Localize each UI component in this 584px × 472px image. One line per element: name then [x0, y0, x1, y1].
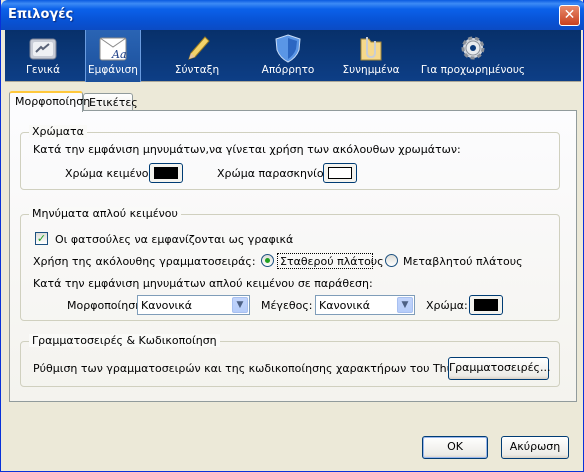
general-icon: [29, 38, 57, 60]
quoted-style-select[interactable]: Κανονικά ▼: [137, 295, 250, 315]
tab-formatting[interactable]: Μορφοποίηση: [9, 91, 90, 112]
fonts-button[interactable]: Γραμματοσειρές...: [448, 357, 550, 380]
shield-icon: [275, 34, 301, 63]
emoticons-label: Οι φατσούλες να εμφανίζονται ως γραφικά: [55, 233, 294, 246]
display-icon: Aa: [99, 37, 127, 61]
quoted-style-value: Κανονικά: [141, 299, 192, 312]
chevron-down-icon: ▼: [397, 297, 413, 313]
category-privacy[interactable]: Απόρρητο: [255, 30, 321, 82]
close-button[interactable]: ✕: [559, 5, 580, 26]
category-label: Εμφάνιση: [88, 64, 138, 76]
variable-width-radio[interactable]: [385, 254, 398, 267]
title-bar[interactable]: Επιλογές ✕: [1, 0, 584, 30]
fixed-width-label: Σταθερού πλάτους: [280, 255, 384, 268]
category-label: Γενικά: [25, 64, 61, 76]
category-general[interactable]: Γενικά: [13, 30, 73, 82]
quoted-size-select[interactable]: Κανονικά ▼: [315, 295, 415, 315]
radio-selected-dot: [265, 258, 270, 263]
quoted-color-label: Χρώμα:: [426, 299, 468, 312]
quoted-size-label: Μέγεθος:: [261, 299, 313, 312]
category-label: Συνημμένα: [342, 64, 400, 76]
colors-group: Χρώματα Κατά την εμφάνιση μηνυμάτων,να γ…: [20, 125, 560, 190]
category-display[interactable]: Aa Εμφάνιση: [85, 30, 141, 82]
paperclip-folder-icon: [360, 37, 382, 61]
quoted-color-picker[interactable]: [469, 295, 503, 315]
category-attachments[interactable]: Συνημμένα: [339, 30, 403, 82]
text-color-swatch: [154, 167, 178, 179]
category-toolbar: Γενικά Aa Εμφάνιση Σύνταξη Απόρρητο Συνη…: [5, 30, 581, 82]
ok-button[interactable]: OK: [422, 436, 488, 459]
window-title: Επιλογές: [8, 7, 74, 22]
category-label: Για προχωρημένους: [420, 64, 526, 76]
text-color-picker[interactable]: [149, 163, 183, 183]
options-dialog: Επιλογές ✕ Γενικά Aa Εμφάνιση Σύνταξη Απ…: [0, 0, 584, 472]
chevron-down-icon: ▼: [232, 297, 248, 313]
formatting-panel: Χρώματα Κατά την εμφάνιση μηνυμάτων,να γ…: [9, 110, 577, 402]
background-color-picker[interactable]: [323, 163, 357, 183]
fonts-description: Ρύθμιση των γραμματοσειρών και της κωδικ…: [33, 362, 501, 375]
plain-text-group-title: Μηνύματα απλού κειμένου: [29, 207, 181, 220]
cancel-button[interactable]: Ακύρωση: [501, 436, 569, 459]
svg-text:Aa: Aa: [111, 48, 127, 61]
category-label: Σύνταξη: [174, 64, 220, 76]
background-color-label: Χρώμα παρασκηνίου:: [217, 167, 334, 180]
font-usage-label: Χρήση της ακόλουθης γραμματοσειράς:: [33, 255, 256, 268]
quoted-size-value: Κανονικά: [319, 299, 370, 312]
emoticons-checkbox[interactable]: ✓: [35, 232, 48, 245]
fixed-width-radio[interactable]: [261, 254, 274, 267]
colors-description: Κατά την εμφάνιση μηνυμάτων,να γίνεται χ…: [33, 143, 461, 156]
colors-group-title: Χρώματα: [29, 125, 87, 138]
quoted-color-swatch: [474, 299, 498, 311]
pencil-icon: [188, 36, 210, 60]
gear-icon: [461, 36, 485, 60]
category-label: Απόρρητο: [261, 64, 315, 76]
category-composition[interactable]: Σύνταξη: [169, 30, 225, 82]
plain-text-group: Μηνύματα απλού κειμένου ✓ Οι φατσούλες ν…: [20, 207, 560, 321]
text-color-label: Χρώμα κειμένου:: [65, 167, 159, 180]
fonts-group: Γραμματοσειρές & Κωδικοποίηση Ρύθμιση τω…: [20, 334, 560, 387]
category-advanced[interactable]: Για προχωρημένους: [417, 30, 529, 82]
quoted-text-label: Κατά την εμφάνιση μηνυμάτων απλού κειμέν…: [33, 277, 373, 290]
background-color-swatch: [328, 167, 352, 179]
tab-tags[interactable]: Ετικέτες: [83, 93, 138, 111]
variable-width-label: Μεταβλητού πλάτους: [403, 255, 523, 268]
quoted-style-label: Μορφοποίηση:: [67, 299, 146, 312]
fonts-group-title: Γραμματοσειρές & Κωδικοποίηση: [29, 334, 220, 347]
